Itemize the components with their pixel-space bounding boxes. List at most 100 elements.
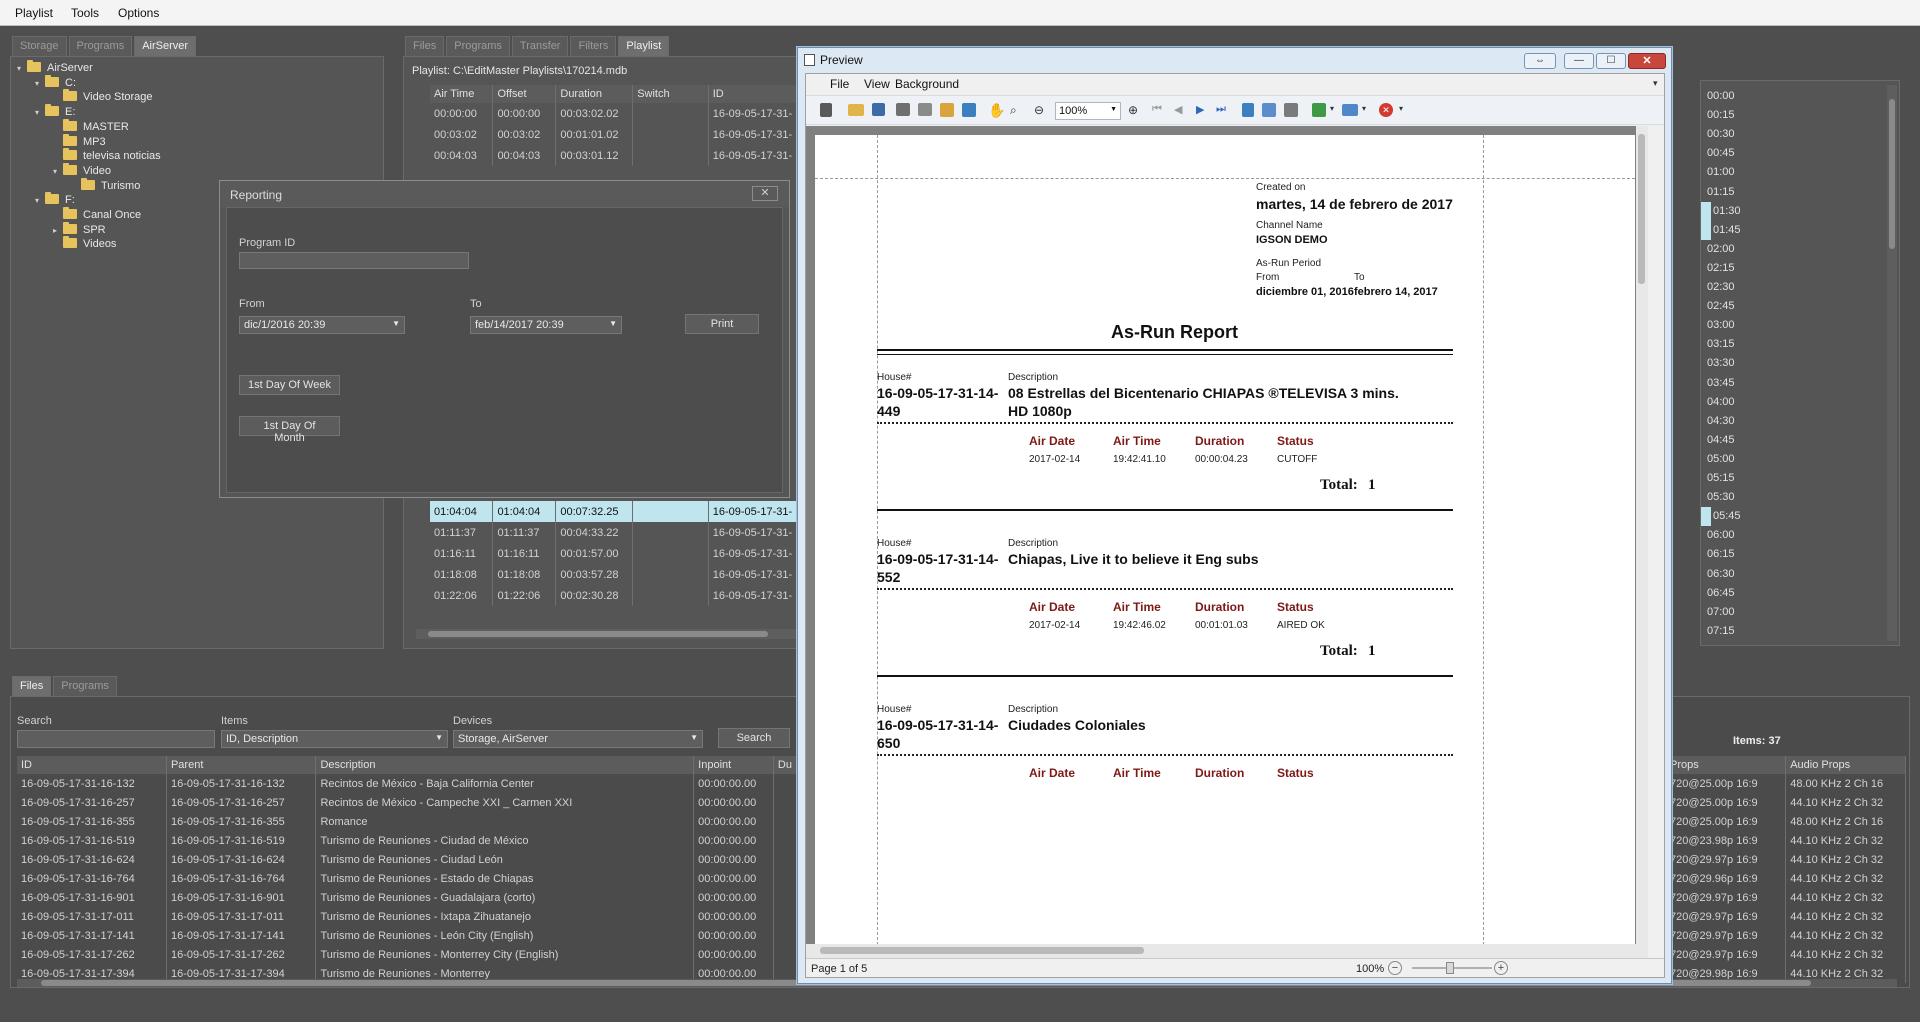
playlist-row[interactable]: 00:03:02 00:03:02 00:01:01.02 16-09-05-17-3…	[430, 124, 811, 145]
zoom-combo[interactable]: 100% ▼	[1055, 102, 1121, 120]
close-button[interactable]: ✕	[1628, 53, 1666, 69]
tab-transfer[interactable]: Transfer	[511, 36, 569, 56]
timeline-slot[interactable]: 02:30	[1701, 278, 1891, 297]
color-icon[interactable]	[1262, 103, 1276, 117]
timeline-slot[interactable]: 02:15	[1701, 259, 1891, 278]
tab-programs[interactable]: Programs	[68, 36, 133, 56]
timeline-slot[interactable]: 00:45	[1701, 144, 1891, 163]
preview-menu-background[interactable]: Background	[895, 77, 959, 91]
email-icon[interactable]	[1342, 104, 1358, 116]
tree-node[interactable]: ▾ E:	[35, 104, 75, 120]
document-vscroll-thumb[interactable]	[1638, 134, 1645, 284]
first-page-icon[interactable]: ⏮	[1152, 103, 1162, 116]
zoom-in-button[interactable]: +	[1494, 961, 1508, 975]
tab-playlist[interactable]: Playlist	[618, 36, 670, 56]
file-row[interactable]: 16-09-05-17-31-16-624 16-09-05-17-31-16-6…	[17, 850, 798, 869]
timeline-slot[interactable]	[1701, 507, 1711, 527]
tree-node[interactable]: MASTER	[53, 118, 129, 135]
zoom-out-icon[interactable]: ⊖	[1034, 103, 1044, 117]
document-hscroll-thumb[interactable]	[820, 947, 1144, 954]
tree-node[interactable]: ▾ Video	[53, 162, 111, 180]
props-row[interactable]: 720@25.00p 16:9 48.00 KHz 2 Ch 16	[1666, 812, 1906, 831]
timeline-vscroll-thumb[interactable]	[1889, 99, 1895, 249]
zoom-slider[interactable]	[1412, 962, 1492, 974]
playlist-row[interactable]: 01:11:37 01:11:37 00:04:33.22 16-09-05-17-3…	[430, 522, 811, 543]
playlist-row[interactable]: 01:18:08 01:18:08 00:03:57.28 16-09-05-17-3…	[430, 564, 811, 585]
export-icon[interactable]	[1312, 103, 1326, 117]
timeline-slot[interactable]: 03:00	[1701, 316, 1891, 335]
column-header[interactable]: Description	[315, 756, 695, 774]
multipage-icon[interactable]	[1242, 103, 1254, 117]
timeline-slot[interactable]: 01:00	[1701, 163, 1891, 182]
tab-files-bottom[interactable]: Files	[12, 676, 52, 696]
menu-playlist[interactable]: Playlist	[15, 6, 53, 20]
tab-airserver[interactable]: AirServer	[134, 36, 197, 56]
timeline-slot[interactable]: 04:30	[1701, 412, 1891, 431]
print-icon[interactable]	[896, 103, 910, 116]
timeline-slot[interactable]: 00:00	[1701, 87, 1891, 106]
scale-icon[interactable]	[962, 103, 976, 117]
timeline-slot[interactable]: 01:15	[1701, 183, 1891, 202]
timeline-slot[interactable]: 06:00	[1701, 526, 1891, 545]
timeline-slot[interactable]: 03:45	[1701, 374, 1891, 393]
column-header[interactable]: Props	[1666, 756, 1787, 774]
file-row[interactable]: 16-09-05-17-31-16-519 16-09-05-17-31-16-5…	[17, 831, 798, 850]
tree-node[interactable]: ▸ SPR	[53, 221, 106, 238]
close-preview-icon[interactable]: ✕	[1379, 103, 1393, 117]
column-header[interactable]: Parent	[166, 756, 317, 774]
file-row[interactable]: 16-09-05-17-31-16-257 16-09-05-17-31-16-2…	[17, 793, 798, 812]
playlist-hscroll[interactable]	[416, 629, 806, 639]
chevron-down-icon[interactable]: ▾	[1330, 104, 1334, 113]
timeline-slot[interactable]: 06:15	[1701, 545, 1891, 564]
tree-node[interactable]: Canal Once	[53, 207, 141, 223]
print-button[interactable]: Print	[685, 314, 759, 334]
playlist-row[interactable]: 01:16:11 01:16:11 00:01:57.00 16-09-05-17-3…	[430, 543, 811, 564]
props-row[interactable]: 720@23.98p 16:9 44.10 KHz 2 Ch 32	[1666, 831, 1906, 850]
document-hscroll[interactable]	[806, 944, 1648, 958]
timeline-slot[interactable]	[1701, 201, 1711, 221]
tree-node[interactable]: MP3	[53, 133, 106, 150]
to-date-select[interactable]: feb/14/2017 20:39 ▼	[470, 316, 622, 334]
menu-tools[interactable]: Tools	[71, 6, 99, 20]
props-row[interactable]: 720@29.96p 16:9 44.10 KHz 2 Ch 32	[1666, 869, 1906, 888]
file-row[interactable]: 16-09-05-17-31-16-764 16-09-05-17-31-16-7…	[17, 869, 798, 888]
props-row[interactable]: 720@29.97p 16:9 44.10 KHz 2 Ch 32	[1666, 888, 1906, 907]
props-row[interactable]: 720@29.97p 16:9 44.10 KHz 2 Ch 32	[1666, 945, 1906, 964]
props-row[interactable]: 720@29.97p 16:9 44.10 KHz 2 Ch 32	[1666, 926, 1906, 945]
find-icon[interactable]	[820, 103, 832, 117]
file-row[interactable]: 16-09-05-17-31-17-262 16-09-05-17-31-17-2…	[17, 945, 798, 964]
timeline-slot[interactable]	[1701, 220, 1711, 240]
tab-filters[interactable]: Filters	[570, 36, 617, 56]
timeline-slot[interactable]: 02:00	[1701, 240, 1891, 259]
timeline-slot[interactable]: 03:15	[1701, 335, 1891, 354]
open-icon[interactable]	[848, 104, 864, 116]
page-setup-icon[interactable]	[940, 103, 954, 117]
expand-toggle-icon[interactable]: ▾	[35, 105, 45, 121]
timeline-slot[interactable]: 04:45	[1701, 431, 1891, 450]
chevron-down-icon[interactable]: ▾	[1399, 104, 1403, 113]
menu-overflow-icon[interactable]: ▾	[1653, 78, 1658, 89]
file-row[interactable]: 16-09-05-17-31-17-011 16-09-05-17-31-17-0…	[17, 907, 798, 926]
timeline-slot[interactable]: 04:00	[1701, 393, 1891, 412]
devices-select[interactable]: Storage, AirServer ▼	[453, 730, 703, 748]
timeline-slot[interactable]: 02:45	[1701, 297, 1891, 316]
column-header[interactable]: Du	[773, 756, 798, 774]
tree-node[interactable]: Video Storage	[53, 89, 153, 105]
timeline-slot[interactable]: 05:00	[1701, 450, 1891, 469]
minimize-button[interactable]: —	[1564, 53, 1594, 69]
expand-toggle-icon[interactable]: ▾	[53, 164, 63, 180]
restore-button[interactable]: ⇔	[1524, 53, 1556, 69]
timeline-slot[interactable]: 00:30	[1701, 125, 1891, 144]
column-header[interactable]: ID	[17, 756, 167, 774]
hand-tool-icon[interactable]: ✋	[988, 102, 1005, 119]
from-date-select[interactable]: dic/1/2016 20:39 ▼	[239, 316, 405, 334]
quick-print-icon[interactable]	[918, 103, 932, 116]
column-header[interactable]: Inpoint	[693, 756, 774, 774]
zoom-out-button[interactable]: −	[1388, 961, 1402, 975]
timeline-vscroll[interactable]	[1887, 85, 1897, 641]
column-header[interactable]: Audio Props	[1785, 756, 1906, 774]
timeline-slot[interactable]: 03:30	[1701, 354, 1891, 373]
reporting-close-button[interactable]: ✕	[752, 186, 778, 201]
preview-menu-file[interactable]: File	[830, 77, 849, 91]
file-row[interactable]: 16-09-05-17-31-16-901 16-09-05-17-31-16-9…	[17, 888, 798, 907]
